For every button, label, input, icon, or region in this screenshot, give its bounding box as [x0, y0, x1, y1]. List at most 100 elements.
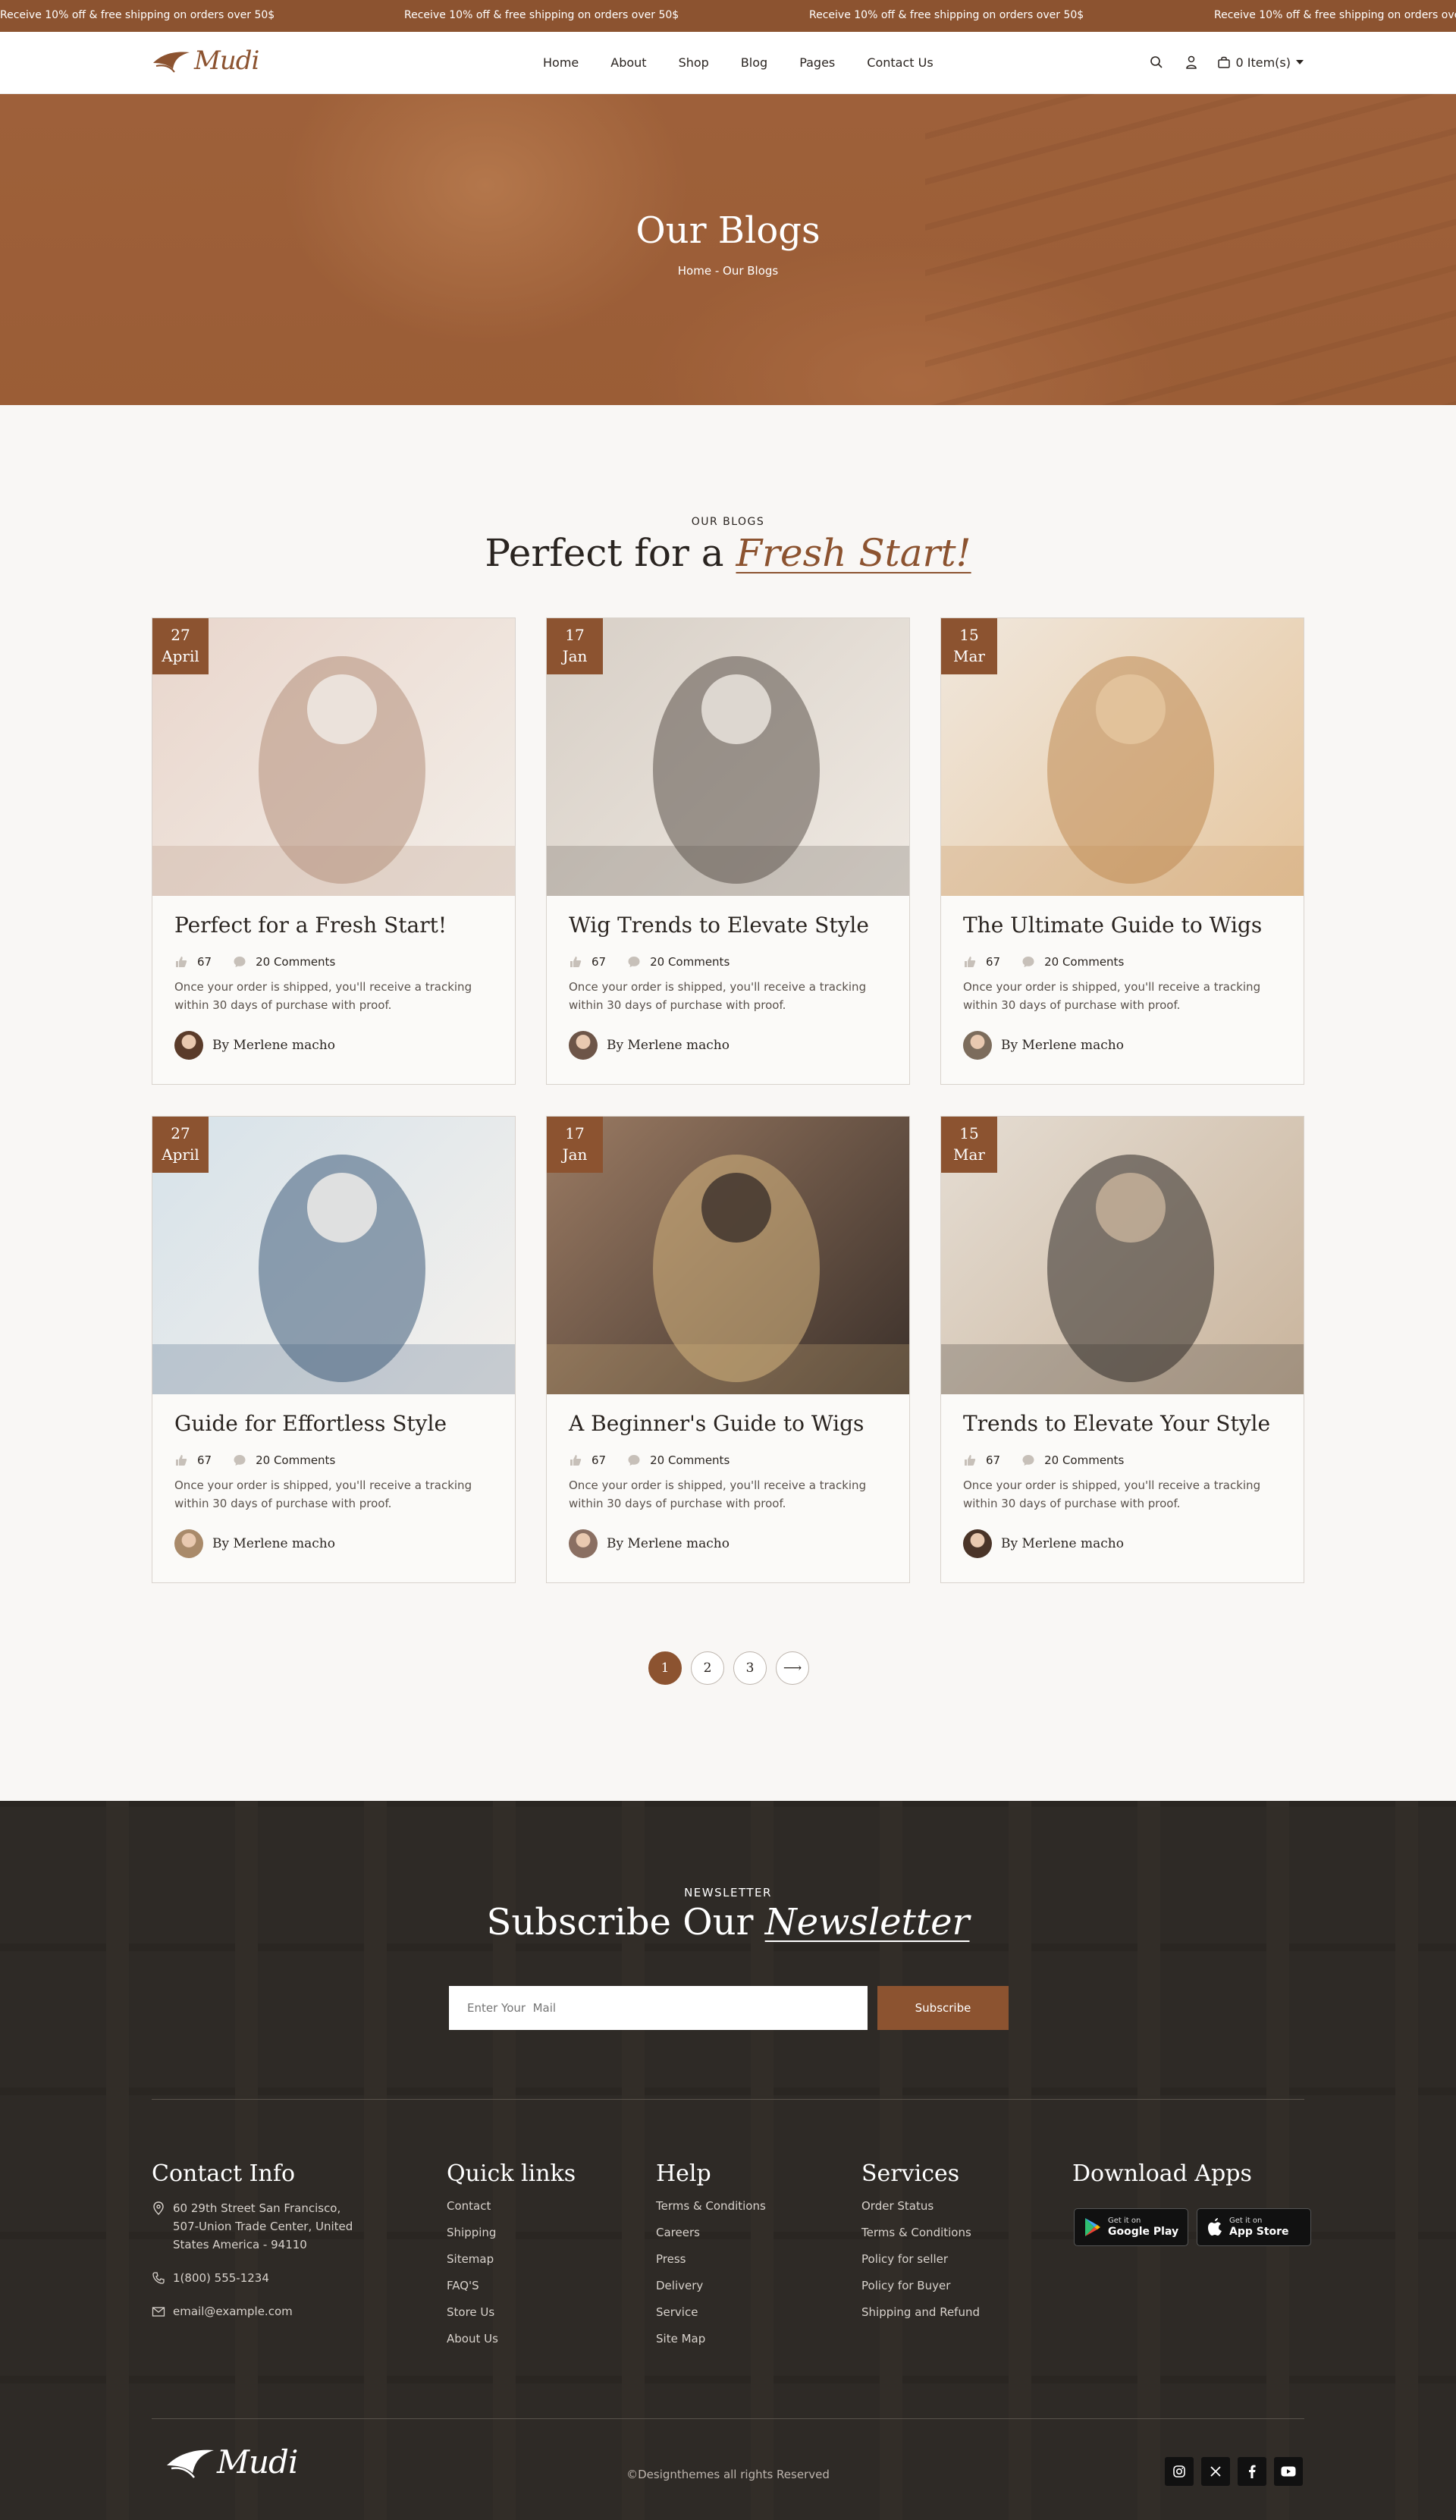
blog-comment-count[interactable]: 20 Comments: [256, 1453, 335, 1467]
blog-card[interactable]: 27 April Guide for Effortless Style 67 20 Co…: [152, 1116, 516, 1583]
footer-link-order-status[interactable]: Order Status: [861, 2199, 980, 2226]
blog-card-image[interactable]: 15 Mar: [941, 1117, 1304, 1394]
comment-icon[interactable]: [1021, 1453, 1035, 1467]
blog-date-badge: 27 April: [152, 1117, 209, 1173]
footer-link-shipping[interactable]: Shipping: [447, 2226, 576, 2252]
instagram-icon[interactable]: [1165, 2457, 1194, 2486]
comment-icon[interactable]: [233, 1453, 246, 1467]
footer-link-contact[interactable]: Contact: [447, 2199, 576, 2226]
nav-about[interactable]: About: [610, 55, 646, 70]
google-play-button[interactable]: Get it on Google Play: [1074, 2208, 1188, 2246]
blog-comment-count[interactable]: 20 Comments: [1044, 955, 1124, 969]
blog-card-author[interactable]: By Merlene macho: [569, 1031, 730, 1060]
footer-link-press[interactable]: Press: [656, 2252, 766, 2279]
footer-link-store-us[interactable]: Store Us: [447, 2305, 576, 2332]
nav-blog[interactable]: Blog: [741, 55, 767, 70]
blog-comment-count[interactable]: 20 Comments: [650, 955, 730, 969]
blog-card-author[interactable]: By Merlene macho: [174, 1031, 335, 1060]
footer-link-careers[interactable]: Careers: [656, 2226, 766, 2252]
cart-button[interactable]: 0 Item(s): [1217, 55, 1304, 70]
services-heading: Services: [861, 2160, 960, 2187]
like-icon[interactable]: [174, 1453, 188, 1467]
search-icon[interactable]: [1147, 53, 1166, 71]
footer-link-delivery[interactable]: Delivery: [656, 2279, 766, 2305]
nav-contact[interactable]: Contact Us: [867, 55, 933, 70]
blog-date-badge: 15 Mar: [941, 618, 997, 674]
page-1-button[interactable]: 1: [648, 1651, 682, 1685]
mail-icon: [152, 2307, 165, 2317]
youtube-icon[interactable]: [1274, 2457, 1303, 2486]
blog-card-meta: 67 20 Comments: [963, 955, 1124, 969]
user-icon[interactable]: [1182, 53, 1200, 71]
comment-icon[interactable]: [1021, 955, 1035, 969]
like-icon[interactable]: [174, 955, 188, 969]
footer-link-about-us[interactable]: About Us: [447, 2332, 576, 2358]
nav-shop[interactable]: Shop: [679, 55, 709, 70]
blog-comment-count[interactable]: 20 Comments: [650, 1453, 730, 1467]
blog-card-author[interactable]: By Merlene macho: [963, 1031, 1124, 1060]
footer-link-site-map[interactable]: Site Map: [656, 2332, 766, 2358]
blog-card-image[interactable]: 27 April: [152, 618, 515, 896]
contact-phone[interactable]: 1(800) 555-1234: [173, 2269, 269, 2287]
blog-comment-count[interactable]: 20 Comments: [1044, 1453, 1124, 1467]
comment-icon[interactable]: [627, 1453, 641, 1467]
footer-link-sitemap[interactable]: Sitemap: [447, 2252, 576, 2279]
footer-link-faqs[interactable]: FAQ'S: [447, 2279, 576, 2305]
blog-card-title[interactable]: A Beginner's Guide to Wigs: [569, 1411, 864, 1436]
footer-link-terms[interactable]: Terms & Conditions: [656, 2199, 766, 2226]
facebook-icon[interactable]: [1238, 2457, 1266, 2486]
like-icon[interactable]: [569, 1453, 582, 1467]
blog-card[interactable]: 15 Mar The Ultimate Guide to Wigs 67 20 Comm…: [940, 617, 1304, 1085]
blog-card-title[interactable]: The Ultimate Guide to Wigs: [963, 913, 1262, 938]
app-store-button[interactable]: Get it on App Store: [1197, 2208, 1311, 2246]
footer-link-services-terms[interactable]: Terms & Conditions: [861, 2226, 980, 2252]
page-2-button[interactable]: 2: [691, 1651, 724, 1685]
contact-email[interactable]: email@example.com: [173, 2302, 293, 2320]
blog-card-image[interactable]: 17 Jan: [547, 1117, 909, 1394]
like-icon[interactable]: [963, 955, 977, 969]
subscribe-button[interactable]: Subscribe: [877, 1986, 1009, 2030]
blog-card[interactable]: 15 Mar Trends to Elevate Your Style 67 20 Co…: [940, 1116, 1304, 1583]
comment-icon[interactable]: [233, 955, 246, 969]
breadcrumb[interactable]: Home - Our Blogs: [0, 264, 1456, 278]
newsletter-email-input[interactable]: [449, 1986, 868, 2030]
blog-card-image[interactable]: 15 Mar: [941, 618, 1304, 896]
blog-author-name: By Merlene macho: [212, 1038, 335, 1053]
blog-date-day: 17: [565, 626, 585, 644]
blog-comment-count[interactable]: 20 Comments: [256, 955, 335, 969]
newsletter-title-accent: Newsletter: [764, 1901, 970, 1943]
blog-card-image[interactable]: 27 April: [152, 1117, 515, 1394]
like-icon[interactable]: [569, 955, 582, 969]
footer-link-service[interactable]: Service: [656, 2305, 766, 2332]
footer-link-shipping-refund[interactable]: Shipping and Refund: [861, 2305, 980, 2332]
blog-card-title[interactable]: Wig Trends to Elevate Style: [569, 913, 869, 938]
blog-author-name: By Merlene macho: [212, 1536, 335, 1551]
newsletter-title-plain: Subscribe Our: [486, 1901, 765, 1943]
blog-card-title[interactable]: Trends to Elevate Your Style: [963, 1411, 1270, 1436]
comment-icon[interactable]: [627, 955, 641, 969]
page-3-button[interactable]: 3: [733, 1651, 767, 1685]
blog-card-excerpt: Once your order is shipped, you'll recei…: [174, 980, 472, 1012]
blog-card-author[interactable]: By Merlene macho: [174, 1529, 335, 1558]
like-icon[interactable]: [963, 1453, 977, 1467]
blog-card[interactable]: 27 April Perfect for a Fresh Start! 67 20 Co…: [152, 617, 516, 1085]
footer-link-policy-seller[interactable]: Policy for seller: [861, 2252, 980, 2279]
nav-pages[interactable]: Pages: [799, 55, 835, 70]
blog-card-image[interactable]: 17 Jan: [547, 618, 909, 896]
blog-card-title[interactable]: Perfect for a Fresh Start!: [174, 913, 447, 938]
footer-link-policy-buyer[interactable]: Policy for Buyer: [861, 2279, 980, 2305]
newsletter-title: Subscribe Our Newsletter: [0, 1901, 1456, 1943]
logo-hair-icon: [153, 52, 190, 73]
blog-card-title[interactable]: Guide for Effortless Style: [174, 1411, 447, 1436]
site-logo[interactable]: Mudi: [152, 46, 259, 76]
blog-card[interactable]: 17 Jan Wig Trends to Elevate Style 67 20 Com…: [546, 617, 910, 1085]
blog-card-author[interactable]: By Merlene macho: [963, 1529, 1124, 1558]
x-twitter-icon[interactable]: [1201, 2457, 1230, 2486]
blog-card[interactable]: 17 Jan A Beginner's Guide to Wigs 67 20 Comm…: [546, 1116, 910, 1583]
nav-home[interactable]: Home: [543, 55, 579, 70]
contact-heading: Contact Info: [152, 2160, 296, 2187]
cart-bag-icon: [1218, 56, 1231, 68]
blog-card-author[interactable]: By Merlene macho: [569, 1529, 730, 1558]
next-page-button[interactable]: ⟶: [776, 1651, 809, 1685]
blog-date-month: Mar: [953, 1145, 985, 1164]
